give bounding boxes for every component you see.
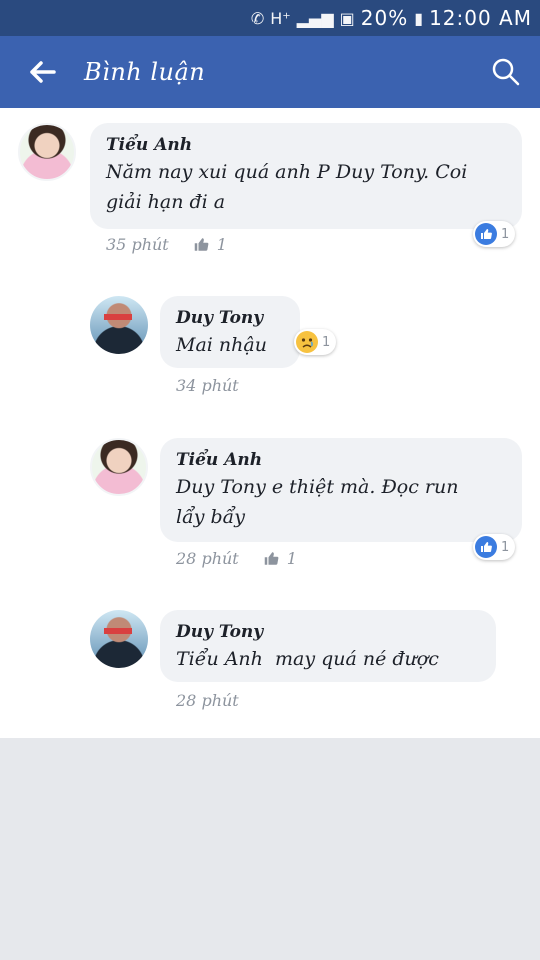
thumbs-up-icon bbox=[264, 552, 279, 565]
phone-icon: ✆ bbox=[250, 8, 265, 28]
signal-icon: ▂▄▆ bbox=[296, 8, 334, 28]
like-count: 1 bbox=[216, 235, 227, 254]
comment-time: 28 phút bbox=[176, 549, 239, 568]
comment-author[interactable]: Duy Tony bbox=[176, 620, 480, 644]
search-icon bbox=[492, 58, 520, 86]
comment-time: 28 phút bbox=[176, 691, 239, 710]
reaction-count: 1 bbox=[501, 539, 510, 555]
comment-time: 34 phút bbox=[176, 376, 239, 395]
comment-author[interactable]: Tiểu Anh bbox=[176, 448, 506, 472]
back-arrow-icon bbox=[30, 61, 56, 83]
reaction-summary[interactable]: 1 bbox=[473, 221, 516, 247]
like-reaction-icon bbox=[475, 536, 497, 558]
comment-bubble[interactable]: Tiểu Anh Duy Tony e thiệt mà. Đọc run lẩ… bbox=[160, 438, 522, 542]
comment-bubble[interactable]: Duy Tony Tiểu Anh may quá né được bbox=[160, 610, 496, 682]
comment-bubble[interactable]: Duy Tony Mai nhậu bbox=[160, 296, 300, 368]
battery-icon: ▮ bbox=[414, 8, 424, 28]
like-button[interactable]: 1 bbox=[193, 235, 227, 254]
comment-meta: 34 phút bbox=[176, 376, 239, 395]
like-reaction-icon bbox=[475, 223, 497, 245]
comments-list: Tiểu Anh Năm nay xui quá anh P Duy Tony.… bbox=[0, 108, 540, 738]
comment-text: Tiểu Anh may quá né được bbox=[176, 648, 439, 670]
comment-text: Duy Tony e thiệt mà. Đọc run bbox=[176, 476, 459, 498]
comment-time: 35 phút bbox=[106, 235, 169, 254]
comment-meta: 28 phút bbox=[176, 691, 239, 710]
network-h-plus-icon: H⁺ bbox=[270, 8, 291, 28]
avatar[interactable] bbox=[90, 438, 148, 496]
comment-text: giải hạn đi a bbox=[106, 191, 226, 213]
avatar[interactable] bbox=[18, 123, 76, 181]
reaction-summary[interactable]: 1 bbox=[473, 534, 516, 560]
like-count: 1 bbox=[286, 549, 297, 568]
comment-bubble[interactable]: Tiểu Anh Năm nay xui quá anh P Duy Tony.… bbox=[90, 123, 522, 229]
comment-meta: 28 phút 1 bbox=[176, 549, 297, 568]
back-button[interactable] bbox=[0, 36, 84, 108]
comment-author[interactable]: Duy Tony bbox=[176, 306, 284, 330]
status-bar: ✆ H⁺ ▂▄▆ ▣ 20% ▮ 12:00 AM bbox=[0, 0, 540, 36]
like-button[interactable]: 1 bbox=[263, 549, 297, 568]
reaction-count: 1 bbox=[501, 226, 510, 242]
reaction-summary[interactable]: 1 bbox=[294, 329, 337, 355]
page-title: Bình luận bbox=[84, 58, 206, 86]
comment-text: Năm nay xui quá anh P Duy Tony. Coi bbox=[106, 161, 468, 183]
avatar[interactable] bbox=[90, 296, 148, 354]
comment-text: lẩy bẩy bbox=[176, 506, 246, 528]
comment-meta: 35 phút 1 bbox=[106, 235, 227, 254]
comment-text: Mai nhậu bbox=[176, 334, 267, 356]
clock: 12:00 AM bbox=[429, 6, 532, 30]
battery-percent: 20% bbox=[360, 6, 409, 30]
avatar[interactable] bbox=[90, 610, 148, 668]
comment-author[interactable]: Tiểu Anh bbox=[106, 133, 506, 157]
thumbs-up-icon bbox=[194, 238, 209, 251]
signal-box-icon: ▣ bbox=[339, 8, 355, 28]
sad-reaction-icon bbox=[296, 331, 318, 353]
search-button[interactable] bbox=[490, 56, 522, 88]
reaction-count: 1 bbox=[322, 334, 331, 350]
app-bar: Bình luận bbox=[0, 36, 540, 108]
